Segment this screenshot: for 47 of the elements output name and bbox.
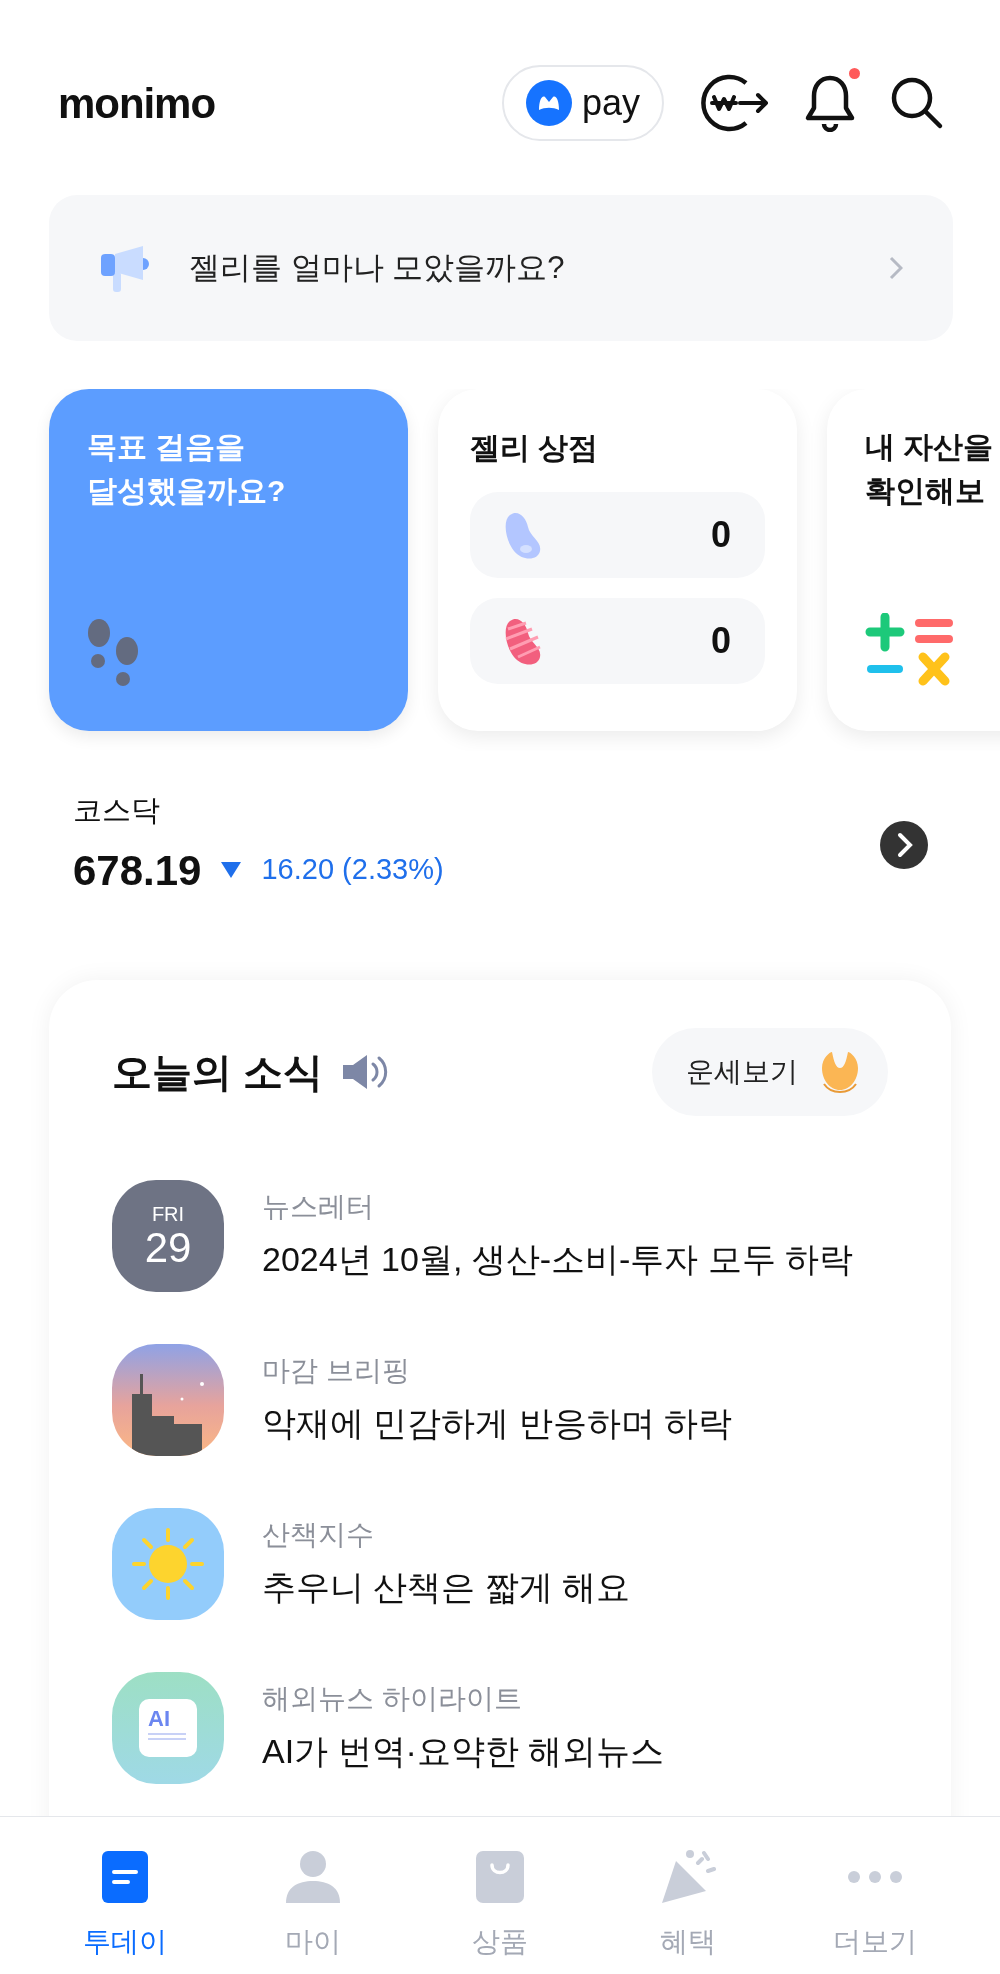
- news-headline: 2024년 10월, 생산-소비-투자 모두 하락: [262, 1239, 854, 1280]
- card-title: 젤리 상점: [470, 430, 600, 466]
- card-title: 목표 걸음을 달성했을까요?: [87, 429, 287, 509]
- assets-card[interactable]: 내 자산을 확인해보: [827, 389, 1000, 731]
- app-logo: monimo: [58, 78, 216, 129]
- day-number: 29: [144, 1227, 192, 1269]
- jelly-shop-card[interactable]: 젤리 상점 0 0: [438, 389, 797, 731]
- news-headline: 악재에 민감하게 반응하며 하락: [262, 1403, 733, 1444]
- jelly-count: 0: [710, 619, 731, 663]
- news-item[interactable]: FRI 29 뉴스레터 2024년 10월, 생산-소비-투자 모두 하락: [112, 1179, 888, 1292]
- bell-icon[interactable]: [804, 74, 856, 132]
- news-category: 마감 브리핑: [262, 1354, 411, 1388]
- news-category: 산책지수: [262, 1518, 375, 1552]
- fortune-button[interactable]: 운세보기: [652, 1027, 888, 1116]
- kosdaq-index-row[interactable]: 코스닥 678.19 16.20 (2.33%): [0, 789, 1000, 902]
- index-name: 코스닥: [73, 793, 161, 828]
- search-icon[interactable]: [890, 76, 944, 130]
- card-title: 내 자산을 확인해보: [865, 429, 995, 509]
- news-item[interactable]: AI 해외뉴스 하이라이트 AI가 번역·요약한 해외뉴스: [112, 1671, 888, 1784]
- currency-exchange-icon[interactable]: [698, 73, 770, 133]
- news-headline: AI가 번역·요약한 해외뉴스: [262, 1731, 665, 1772]
- shopping-bag-icon: [476, 1851, 524, 1903]
- text-lines-icon: [148, 1732, 186, 1740]
- document-icon: [102, 1851, 148, 1903]
- index-value: 678.19: [73, 845, 202, 896]
- person-icon: [285, 1851, 340, 1903]
- pay-button[interactable]: pay: [501, 65, 664, 141]
- news-category: 해외뉴스 하이라이트: [262, 1682, 523, 1716]
- ai-label: AI: [148, 1704, 170, 1732]
- chevron-right-icon: [889, 256, 903, 280]
- index-change: 16.20 (2.33%): [261, 852, 444, 888]
- nav-tab[interactable]: 투데이: [50, 1849, 200, 1974]
- party-popper-icon: [659, 1849, 716, 1905]
- chevron-right-icon: [880, 821, 928, 870]
- news-item[interactable]: 산책지수 추우니 산책은 짧게 해요: [112, 1507, 888, 1620]
- jelly-banner[interactable]: 젤리를 얼마나 모았을까요?: [49, 195, 953, 341]
- section-title: 오늘의 소식: [112, 1048, 324, 1096]
- news-item[interactable]: 마감 브리핑 악재에 민감하게 반응하며 하락: [112, 1343, 888, 1456]
- weekday-label: FRI: [151, 1202, 185, 1227]
- city-sunset-icon: [112, 1343, 224, 1456]
- sun-icon: [112, 1507, 224, 1620]
- news-category: 뉴스레터: [262, 1190, 375, 1224]
- more-icon: [847, 1870, 903, 1884]
- jelly-count: 0: [710, 513, 731, 557]
- news-headline: 추우니 산책은 짧게 해요: [262, 1567, 631, 1608]
- logo-mark-icon: [525, 80, 572, 126]
- banner-text: 젤리를 얼마나 모았을까요?: [189, 248, 566, 287]
